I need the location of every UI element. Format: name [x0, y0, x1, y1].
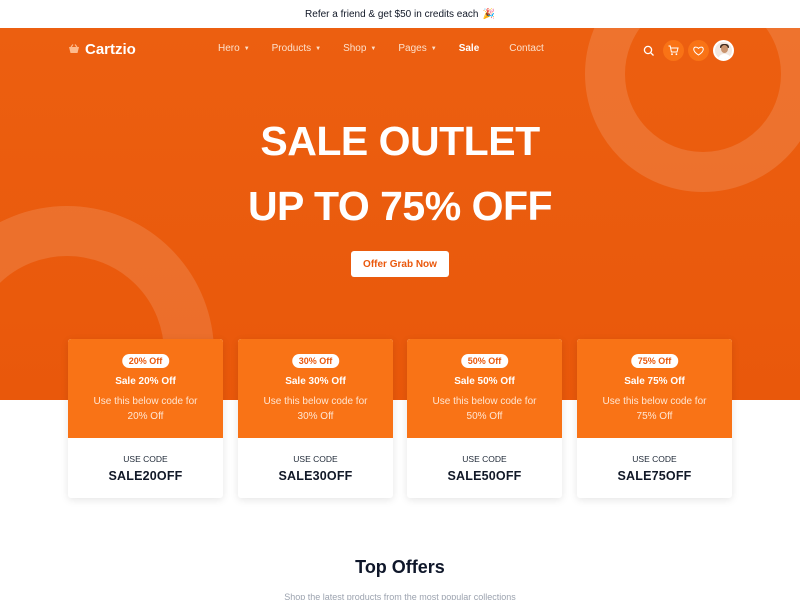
header-actions	[638, 40, 734, 61]
hero-title-line2: UP TO 75% OFF	[247, 183, 553, 229]
coupon-card[interactable]: 20% Off Sale 20% Off Use this below code…	[68, 339, 223, 498]
use-code-label: USE CODE	[632, 454, 677, 464]
hero-title-line1: SALE OUTLET	[260, 118, 540, 164]
nav-item-pages[interactable]: Pages ▼	[398, 43, 436, 54]
party-icon: 🎉	[482, 8, 495, 20]
coupon-title: Sale 50% Off	[454, 376, 515, 387]
nav-item-label: Contact	[509, 43, 544, 54]
use-code-label: USE CODE	[462, 454, 507, 464]
section-subtitle: Shop the latest products from the most p…	[284, 592, 516, 600]
brand-name: Cartzio	[85, 41, 136, 58]
announcement-bar: Refer a friend & get $50 in credits each…	[0, 0, 800, 28]
nav-item-shop[interactable]: Shop ▼	[343, 43, 376, 54]
basket-icon	[69, 43, 79, 53]
cart-button[interactable]	[663, 40, 684, 61]
coupon-card-header: 75% Off Sale 75% Off Use this below code…	[577, 339, 732, 438]
coupon-description: Use this below code for 20% Off	[93, 396, 198, 422]
coupon-description: Use this below code for 50% Off	[432, 396, 537, 422]
coupon-cards: 20% Off Sale 20% Off Use this below code…	[68, 339, 733, 499]
nav-item-label: Products	[271, 43, 312, 54]
nav-item-label: Hero	[218, 43, 240, 54]
brand-logo[interactable]: Cartzio	[68, 41, 136, 58]
coupon-code[interactable]: SALE75OFF	[577, 469, 732, 483]
nav-item-label: Pages	[398, 43, 427, 54]
main-navbar: Cartzio Hero ▼ Products ▼ Shop ▼ Pages ▼…	[0, 28, 800, 72]
chevron-down-icon: ▼	[243, 45, 250, 52]
use-code-label: USE CODE	[293, 454, 338, 464]
heart-icon	[693, 46, 704, 56]
coupon-description: Use this below code for 75% Off	[602, 396, 707, 422]
coupon-description: Use this below code for 30% Off	[263, 396, 368, 422]
discount-badge: 75% Off	[630, 354, 679, 368]
nav-item-label: Sale	[458, 43, 480, 54]
coupon-title: Sale 20% Off	[115, 376, 176, 387]
nav-item-sale[interactable]: Sale	[459, 43, 480, 54]
chevron-down-icon: ▼	[430, 45, 437, 52]
coupon-card-header: 30% Off Sale 30% Off Use this below code…	[238, 339, 393, 438]
use-code-label: USE CODE	[123, 454, 168, 464]
nav-item-contact[interactable]: Contact	[509, 43, 543, 54]
avatar-head	[721, 45, 728, 53]
nav-item-hero[interactable]: Hero ▼	[218, 43, 250, 54]
avatar-body	[718, 54, 731, 59]
coupon-code[interactable]: SALE50OFF	[407, 469, 562, 483]
chevron-down-icon: ▼	[315, 45, 322, 52]
discount-badge: 30% Off	[291, 354, 340, 368]
coupon-code[interactable]: SALE20OFF	[68, 469, 223, 483]
nav-menu: Hero ▼ Products ▼ Shop ▼ Pages ▼ Sale Co…	[218, 43, 566, 54]
nav-item-label: Shop	[343, 43, 367, 54]
announcement-text: Refer a friend & get $50 in credits each	[305, 8, 479, 20]
coupon-card[interactable]: 75% Off Sale 75% Off Use this below code…	[577, 339, 732, 498]
search-button[interactable]	[638, 40, 659, 61]
coupon-card[interactable]: 30% Off Sale 30% Off Use this below code…	[238, 339, 393, 498]
coupon-title: Sale 30% Off	[285, 376, 346, 387]
avatar[interactable]	[713, 40, 734, 61]
discount-badge: 50% Off	[460, 354, 509, 368]
coupon-title: Sale 75% Off	[624, 376, 685, 387]
coupon-code[interactable]: SALE30OFF	[238, 469, 393, 483]
page: Refer a friend & get $50 in credits each…	[0, 0, 800, 600]
coupon-card-header: 20% Off Sale 20% Off Use this below code…	[68, 339, 223, 438]
wishlist-button[interactable]	[688, 40, 709, 61]
section-title: Top Offers	[355, 557, 445, 577]
nav-item-products[interactable]: Products ▼	[272, 43, 321, 54]
coupon-card-header: 50% Off Sale 50% Off Use this below code…	[407, 339, 562, 438]
discount-badge: 20% Off	[121, 354, 170, 368]
chevron-down-icon: ▼	[370, 45, 377, 52]
coupon-card[interactable]: 50% Off Sale 50% Off Use this below code…	[407, 339, 562, 498]
search-icon	[643, 45, 654, 56]
offer-grab-button[interactable]: Offer Grab Now	[351, 251, 449, 277]
cart-icon	[668, 45, 679, 56]
